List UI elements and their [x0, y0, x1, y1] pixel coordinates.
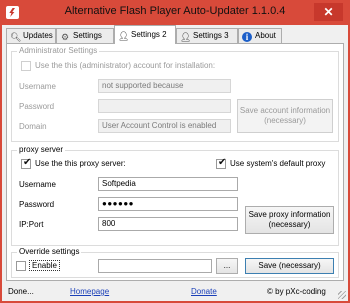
admin-password-label: Password [19, 102, 55, 111]
gear-icon: ⚙ [60, 32, 70, 42]
tab-settings-3[interactable]: 👤︎ Settings 3 [176, 28, 238, 43]
use-proxy-checkbox[interactable] [21, 157, 31, 169]
admin-settings-group: Administrator Settings Use the this (adm… [11, 46, 339, 142]
donate-link[interactable]: Donate [191, 287, 217, 296]
group-title: Administrator Settings [17, 46, 100, 55]
tab-label: Settings 3 [193, 31, 229, 40]
tab-about[interactable]: i About [238, 28, 282, 43]
use-admin-account-label: Use the this (administrator) account for… [35, 61, 216, 70]
admin-domain-field[interactable]: User Account Control is enabled [98, 119, 231, 133]
proxy-password-field[interactable]: ●●●●●● [98, 197, 238, 211]
proxy-ipport-field[interactable]: 800 [98, 217, 238, 231]
save-proxy-button[interactable]: Save proxy information (necessary) [245, 206, 334, 234]
user-icon: 👤︎ [118, 31, 130, 41]
admin-username-label: Username [19, 82, 56, 91]
user-icon: 👤︎ [180, 32, 192, 42]
system-default-proxy-label: Use system's default proxy [230, 159, 326, 168]
enable-override-label: Enable [29, 260, 60, 271]
proxy-username-label: Username [19, 180, 56, 189]
save-account-button[interactable]: Save account information (necessary) [237, 99, 333, 133]
enable-override-checkbox[interactable] [16, 261, 26, 271]
save-override-button[interactable]: Save (necessary) [245, 258, 334, 274]
resize-grip-icon[interactable] [338, 291, 346, 299]
tab-updates[interactable]: 🔍︎ Updates [6, 28, 56, 43]
group-title: proxy server [17, 145, 66, 154]
override-path-field[interactable] [98, 259, 212, 273]
status-text: Done... [8, 287, 34, 296]
tab-label: About [255, 31, 276, 40]
title-bar: Alternative Flash Player Auto-Updater 1.… [0, 0, 350, 25]
use-admin-account-checkbox[interactable] [21, 61, 31, 71]
window-title: Alternative Flash Player Auto-Updater 1.… [64, 5, 286, 17]
proxy-username-field[interactable]: Softpedia [98, 177, 238, 191]
proxy-password-label: Password [19, 200, 55, 209]
search-icon: 🔍︎ [10, 32, 22, 42]
admin-username-field[interactable]: not supported because [98, 79, 231, 93]
tab-label: Updates [23, 31, 53, 40]
admin-domain-label: Domain [19, 122, 47, 131]
admin-password-field[interactable] [98, 99, 231, 113]
window-body: 🔍︎ Updates ⚙ Settings 👤︎ Settings 2 👤︎ Setti… [2, 25, 348, 301]
browse-button[interactable]: ... [216, 258, 238, 274]
window-frame: 🔍︎ Updates ⚙ Settings 👤︎ Settings 2 👤︎ Setti… [0, 25, 350, 303]
info-icon: i [242, 32, 252, 42]
tab-label: Settings [73, 31, 102, 40]
homepage-link[interactable]: Homepage [70, 287, 109, 296]
close-button[interactable]: ✕ [314, 3, 343, 21]
copyright-text: © by pXc-coding [267, 287, 326, 296]
system-default-proxy-checkbox[interactable] [216, 157, 226, 169]
tab-settings[interactable]: ⚙ Settings [56, 28, 114, 43]
settings-2-panel: Administrator Settings Use the this (adm… [6, 43, 344, 281]
proxy-ipport-label: IP:Port [19, 220, 44, 229]
tab-settings-2[interactable]: 👤︎ Settings 2 [114, 25, 176, 44]
proxy-server-group: proxy server Use the this proxy server: … [11, 145, 339, 246]
override-settings-group: Override settings Enable ... Save (neces… [11, 247, 339, 278]
use-proxy-label: Use the this proxy server: [35, 159, 126, 168]
status-bar: Done... Homepage Donate © by pXc-coding [2, 283, 348, 301]
tab-label: Settings 2 [131, 30, 167, 39]
group-title: Override settings [17, 247, 82, 256]
